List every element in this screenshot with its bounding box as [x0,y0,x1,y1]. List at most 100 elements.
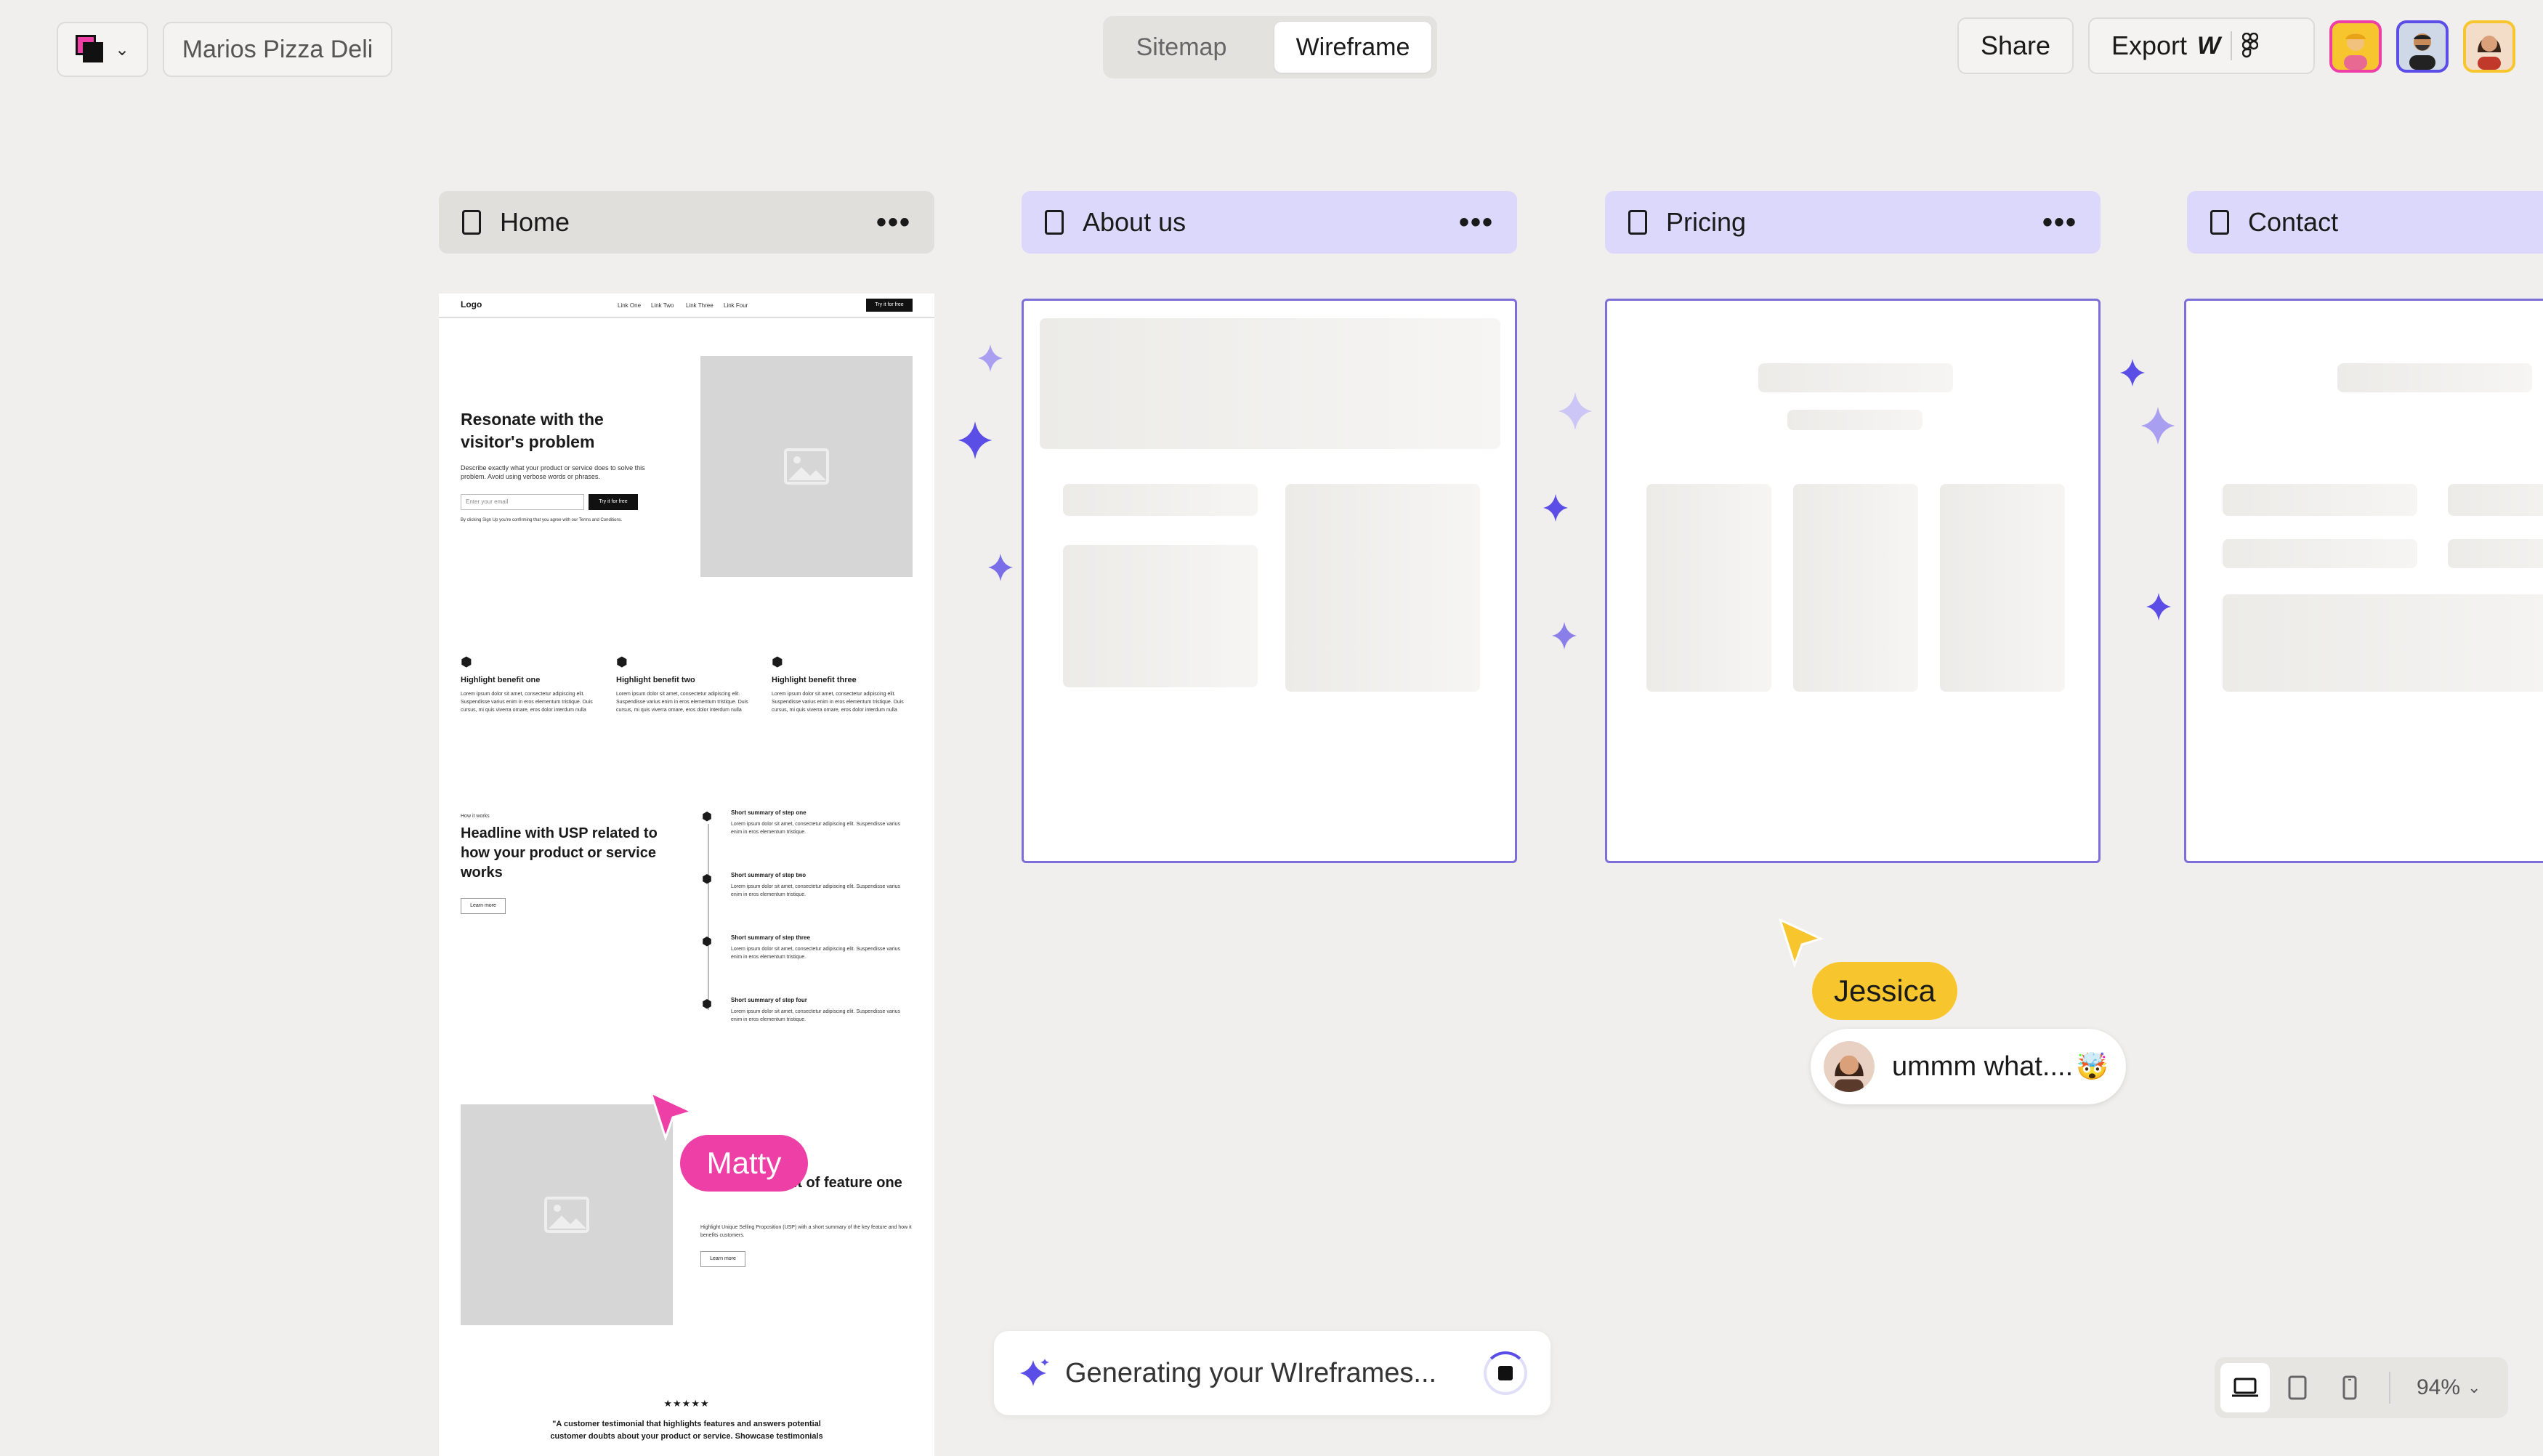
hero-cta-button[interactable]: Try it for free [589,494,638,510]
emoji-icon: 🤯 [2076,1051,2109,1081]
step-text: Lorem ipsum dolor sit amet, consectetur … [731,947,901,960]
chevron-down-icon: ⌄ [114,39,130,60]
skeleton-block [1940,484,2065,692]
avatar-collaborator-3[interactable] [2463,20,2515,73]
step-title: Short summary of step four [731,997,807,1003]
zoom-dropdown[interactable]: 94% ⌄ [2417,1375,2481,1400]
step-title: Short summary of step two [731,872,806,878]
desktop-view-button[interactable] [2220,1363,2270,1412]
benefit-item: ⬢ Highlight benefit one Lorem ipsum dolo… [461,654,599,714]
share-button[interactable]: Share [1957,17,2074,74]
app-logo-icon [75,35,105,64]
page-tab-home[interactable]: Home ••• [439,191,934,254]
step-title: Short summary of step one [731,809,806,816]
page-tab-pricing[interactable]: Pricing ••• [1605,191,2101,254]
project-name-button[interactable]: Marios Pizza Deli [163,22,392,77]
view-switcher: Sitemap Wireframe [1103,16,1437,78]
page-tab-about-us[interactable]: About us ••• [1022,191,1517,254]
skeleton-block [1285,484,1480,692]
sparkle-icon [1020,1359,1049,1386]
step-text: Lorem ipsum dolor sit amet, consectetur … [731,822,901,835]
tablet-view-button[interactable] [2273,1363,2322,1412]
skeleton-block [1040,318,1500,449]
benefit-item: ⬢ Highlight benefit three Lorem ipsum do… [772,654,914,714]
phone-icon [2342,1375,2357,1400]
generation-status-bar: Generating your WIreframes... [994,1331,1551,1415]
benefit-text: Lorem ipsum dolor sit amet, consectetur … [772,692,904,713]
nav-link[interactable]: Link Four [724,302,748,310]
nav-link[interactable]: Link Three [686,302,713,310]
about-us-wireframe-loading[interactable] [1022,299,1517,863]
stop-generation-button[interactable] [1484,1351,1527,1395]
skeleton-block [2223,484,2417,516]
export-button[interactable]: Export W [2088,17,2315,74]
benefit-title: Highlight benefit three [772,676,857,684]
chevron-down-icon: ⌄ [2467,1378,2481,1396]
cube-icon: ⬢ [702,811,712,823]
step-text: Lorem ipsum dolor sit amet, consectetur … [731,884,901,897]
sparkle-icon [2146,593,2171,620]
tab-sitemap[interactable]: Sitemap [1109,22,1254,73]
image-icon [784,448,829,485]
step-item: ⬢ Short summary of step one Lorem ipsum … [702,809,913,836]
laptop-icon [2232,1378,2258,1397]
skeleton-block [1793,484,1918,692]
benefit-title: Highlight benefit two [616,676,695,684]
page-tab-contact[interactable]: Contact [2187,191,2543,254]
avatar-collaborator-2[interactable] [2396,20,2449,73]
benefit-item: ⬢ Highlight benefit two Lorem ipsum dolo… [616,654,754,714]
rating-stars: ★★★★★ [663,1398,710,1409]
nav-cta-button[interactable]: Try it for free [866,299,913,312]
skeleton-block [2448,539,2543,568]
skeleton-block [1646,484,1771,692]
feature-image-placeholder [461,1104,673,1325]
skeleton-block [2223,594,2543,692]
comment-bubble[interactable]: ummm what.... 🤯 [1811,1029,2126,1104]
avatar [1824,1041,1875,1092]
email-input[interactable]: Enter your email [461,494,584,510]
skeleton-block [2223,539,2417,568]
sparkle-icon [2120,359,2145,387]
hero-description: Describe exactly what your product or se… [461,464,645,480]
tablet-icon [2288,1375,2307,1400]
tab-wireframe[interactable]: Wireframe [1274,22,1431,73]
skeleton-block [1063,484,1258,516]
feature-learn-more-button[interactable]: Learn more [700,1251,745,1267]
view-controls: 94% ⌄ [2215,1357,2508,1418]
generation-status-text: Generating your WIreframes... [1065,1357,1437,1388]
skeleton-block [2448,484,2543,516]
nav-link[interactable]: Link One [618,302,641,310]
nav-link[interactable]: Link Two [651,302,674,310]
more-options-icon[interactable]: ••• [1459,206,1494,239]
steps-line [708,824,709,1010]
how-title: Headline with USP related to how your pr… [461,825,658,881]
pricing-wireframe-loading[interactable] [1605,299,2101,863]
how-eyebrow: How it works [461,814,490,819]
more-options-icon[interactable]: ••• [876,206,911,239]
cube-icon: ⬢ [616,655,628,669]
step-item: ⬢ Short summary of step four Lorem ipsum… [702,997,913,1024]
sparkle-icon [1552,622,1577,650]
benefit-text: Lorem ipsum dolor sit amet, consectetur … [461,692,593,713]
skeleton-block [1758,363,1953,392]
how-learn-more-button[interactable]: Learn more [461,898,506,914]
collaborator-label-jessica: Jessica [1812,962,1957,1020]
cube-icon: ⬢ [702,936,712,948]
avatar-collaborator-1[interactable] [2329,20,2382,73]
wireframe-navbar: Logo Link One Link Two Link Three Link F… [439,294,934,318]
home-wireframe[interactable]: Logo Link One Link Two Link Three Link F… [439,294,934,1456]
page-tab-label: Contact [2248,207,2339,237]
comment-text: ummm what.... [1892,1051,2074,1082]
app-menu-button[interactable]: ⌄ [57,22,148,77]
more-options-icon[interactable]: ••• [2042,206,2077,239]
feature-description: Highlight Unique Selling Proposition (US… [700,1225,912,1238]
contact-wireframe-loading[interactable] [2184,299,2543,863]
page-icon [1628,210,1647,235]
mobile-view-button[interactable] [2325,1363,2374,1412]
project-name: Marios Pizza Deli [182,35,373,63]
zoom-level: 94% [2417,1375,2461,1399]
step-text: Lorem ipsum dolor sit amet, consectetur … [731,1009,901,1022]
page-icon [2210,210,2229,235]
cube-icon: ⬢ [772,655,783,669]
page-tab-label: Pricing [1666,207,1747,237]
